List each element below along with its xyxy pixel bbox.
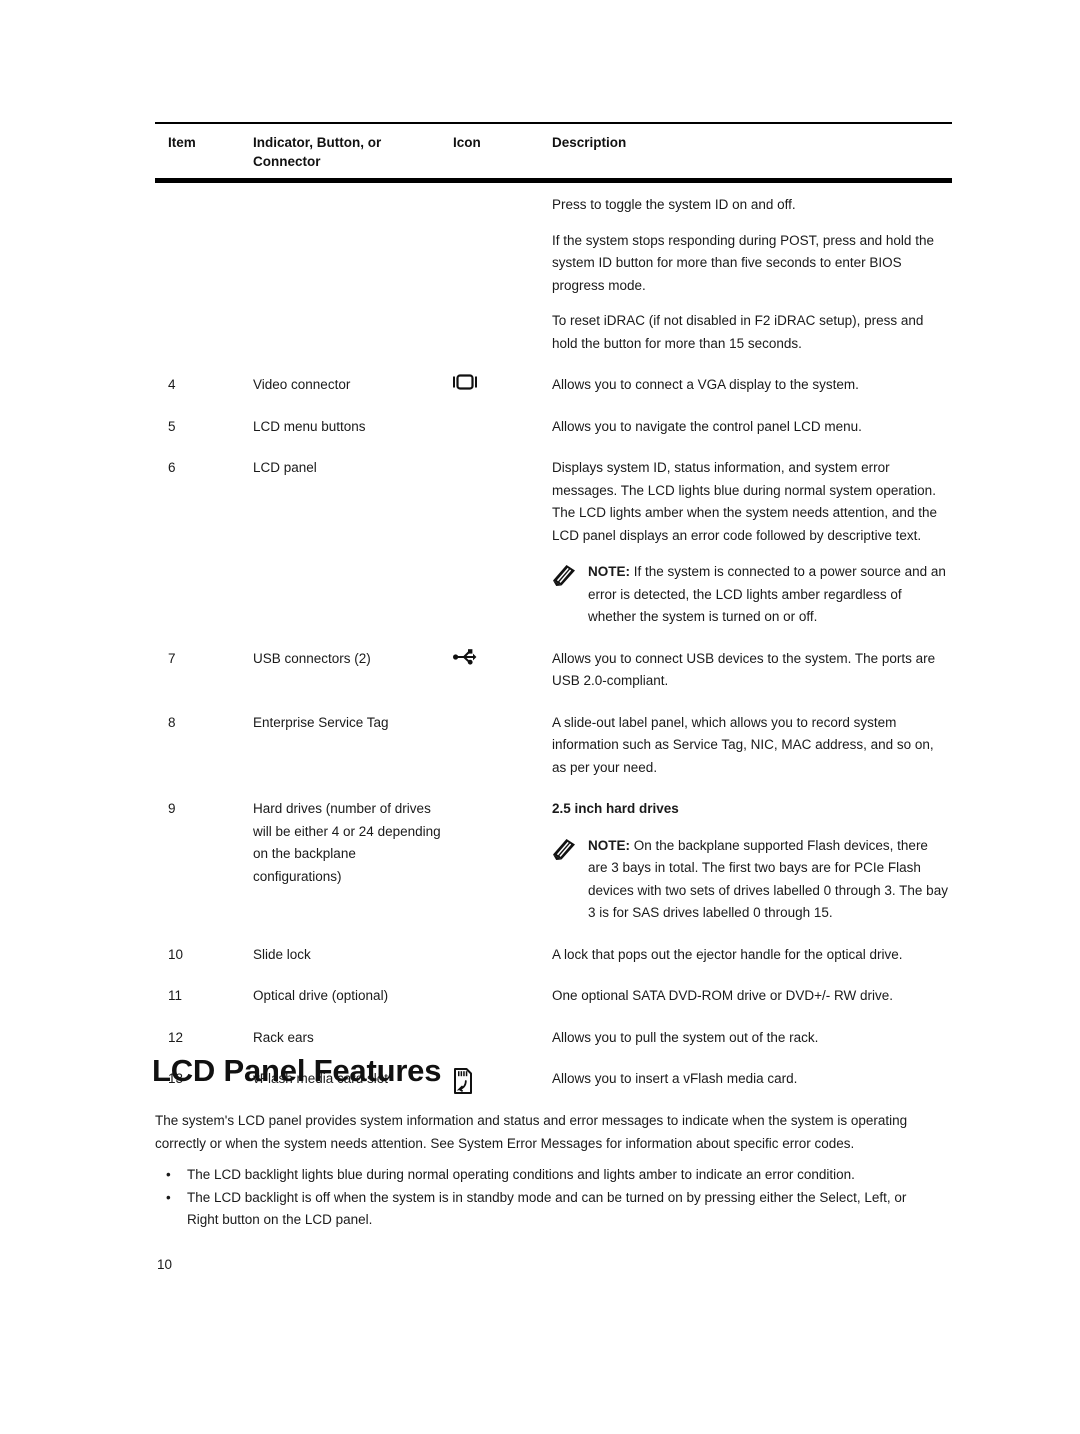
description-paragraph: Allows you to connect USB devices to the… <box>552 650 936 689</box>
table-row: 4 Video connector Allows you to connect a… <box>155 374 952 397</box>
description-paragraph: Allows you to pull the system out of the… <box>552 1029 819 1045</box>
cell-indicator-name: Enterprise Service Tag <box>253 714 389 730</box>
cell-description: Allows you to navigate the control panel… <box>552 416 952 439</box>
cell-indicator-name: LCD menu buttons <box>253 418 366 434</box>
list-item: • The LCD backlight lights blue during no… <box>155 1164 937 1187</box>
description-paragraph: Press to toggle the system ID on and off… <box>552 197 796 212</box>
cell-item-number: 10 <box>168 946 184 962</box>
page-number: 10 <box>157 1257 173 1272</box>
cell-indicator-name: Rack ears <box>253 1029 314 1045</box>
cell-description: A lock that pops out the ejector handle … <box>552 944 952 967</box>
column-header-icon: Icon <box>453 135 481 150</box>
note-body: If the system is connected to a power so… <box>588 564 946 624</box>
description-paragraph: A slide-out label panel, which allows yo… <box>552 714 934 775</box>
usb-icon <box>450 648 552 666</box>
cell-indicator-name: Slide lock <box>253 946 311 962</box>
cell-description: 2.5 inch hard drives NOTE: On the backpl… <box>552 798 952 925</box>
cell-item-number: 9 <box>168 801 176 816</box>
description-paragraph: To reset iDRAC (if not disabled in F2 iD… <box>552 313 924 351</box>
note-pencil-icon <box>552 838 576 860</box>
list-item-label: The LCD backlight lights blue during nor… <box>187 1167 855 1182</box>
cell-item-number: 7 <box>168 650 176 666</box>
cell-indicator-name: Optical drive (optional) <box>253 988 389 1003</box>
note-label: NOTE: <box>588 837 630 853</box>
table-row: 7 USB connectors (2) Allows you to connec… <box>155 648 952 693</box>
vga-connector-icon <box>450 374 552 390</box>
description-paragraph: One optional SATA DVD-ROM drive or DVD+/… <box>552 988 893 1003</box>
cell-description: Press to toggle the system ID on and off… <box>552 194 952 355</box>
note-body: On the backplane supported Flash devices… <box>588 837 948 921</box>
section-body: The system's LCD panel provides system i… <box>155 1110 937 1232</box>
list-item-label: The LCD backlight is off when the system… <box>187 1189 907 1228</box>
table-row: 5 LCD menu buttons Allows you to navigate … <box>155 416 952 439</box>
cell-item-number: 5 <box>168 418 176 434</box>
description-paragraph: Allows you to connect a VGA display to t… <box>552 377 859 392</box>
column-header-description: Description <box>552 135 627 150</box>
cell-description: Allows you to connect a VGA display to t… <box>552 374 952 397</box>
bullet-list: • The LCD backlight lights blue during no… <box>155 1164 937 1232</box>
cell-indicator-name: Video connector <box>253 377 351 392</box>
table-row: 10 Slide lock A lock that pops out the eje… <box>155 944 952 967</box>
vflash-media-card-icon <box>450 1068 552 1095</box>
table-row: 12 Rack ears Allows you to pull the system… <box>155 1027 952 1050</box>
table-body: Press to toggle the system ID on and off… <box>155 194 952 1095</box>
column-header-indicator: Indicator, Button, or Connector <box>253 135 382 169</box>
description-paragraph: Allows you to navigate the control panel… <box>552 418 862 434</box>
cell-description: Allows you to insert a vFlash media card… <box>552 1068 952 1091</box>
table-row: 6 LCD panel Displays system ID, status inf… <box>155 457 952 629</box>
note-label: NOTE: <box>588 564 630 579</box>
description-paragraph: Allows you to insert a vFlash media card… <box>552 1071 798 1086</box>
bullet-dot-icon: • <box>166 1167 171 1182</box>
table-row: Press to toggle the system ID on and off… <box>155 194 952 355</box>
document-page: Item Indicator, Button, or Connector Ico… <box>0 0 1080 1434</box>
table-header-row: Item Indicator, Button, or Connector Ico… <box>155 124 952 178</box>
note-block: NOTE: On the backplane supported Flash d… <box>552 835 948 925</box>
cell-item-number: 4 <box>168 377 176 392</box>
cell-description: Displays system ID, status information, … <box>552 457 952 629</box>
table-row: 9 Hard drives (number of drives will be e… <box>155 798 952 925</box>
table-row: 8 Enterprise Service Tag A slide-out label… <box>155 712 952 780</box>
control-panel-features-table: Item Indicator, Button, or Connector Ico… <box>155 122 952 1095</box>
column-header-item: Item <box>168 135 196 150</box>
cell-description: A slide-out label panel, which allows yo… <box>552 712 952 780</box>
cell-description: One optional SATA DVD-ROM drive or DVD+/… <box>552 985 952 1008</box>
description-paragraph: If the system stops responding during PO… <box>552 232 934 293</box>
page-title: LCD Panel Features <box>152 1053 442 1088</box>
intro-paragraph: The system's LCD panel provides system i… <box>155 1113 908 1151</box>
cell-indicator-name: Hard drives (number of drives will be ei… <box>253 801 441 884</box>
description-paragraph: Displays system ID, status information, … <box>552 460 937 543</box>
cell-indicator-name: LCD panel <box>253 460 317 475</box>
cell-indicator-name: USB connectors (2) <box>253 650 371 666</box>
table-row: 11 Optical drive (optional) One optional S… <box>155 985 952 1008</box>
description-paragraph: A lock that pops out the ejector handle … <box>552 946 903 962</box>
table-header-rule <box>155 178 952 183</box>
cell-item-number: 6 <box>168 460 176 475</box>
note-pencil-icon <box>552 564 576 586</box>
cell-item-number: 12 <box>168 1029 184 1045</box>
note-block: NOTE: If the system is connected to a po… <box>552 561 948 629</box>
note-text: NOTE: On the backplane supported Flash d… <box>588 835 948 925</box>
description-subheading: 2.5 inch hard drives <box>552 801 679 816</box>
cell-description: Allows you to pull the system out of the… <box>552 1027 952 1050</box>
cell-item-number: 11 <box>168 988 183 1003</box>
cell-description: Allows you to connect USB devices to the… <box>552 648 952 693</box>
note-text: NOTE: If the system is connected to a po… <box>588 561 948 629</box>
cell-item-number: 8 <box>168 714 176 730</box>
list-item: • The LCD backlight is off when the syste… <box>155 1187 937 1232</box>
bullet-dot-icon: • <box>166 1189 171 1205</box>
